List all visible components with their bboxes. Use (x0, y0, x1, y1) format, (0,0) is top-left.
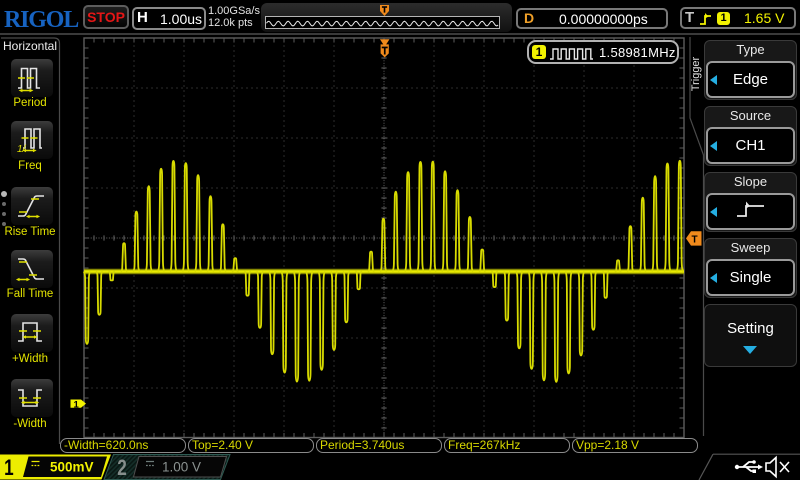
svg-text:2: 2 (117, 456, 127, 480)
svg-text:500mV: 500mV (50, 460, 94, 475)
svg-text:1.00 V: 1.00 V (162, 460, 201, 475)
svg-text:1: 1 (74, 400, 80, 411)
svg-text:1: 1 (4, 456, 14, 480)
